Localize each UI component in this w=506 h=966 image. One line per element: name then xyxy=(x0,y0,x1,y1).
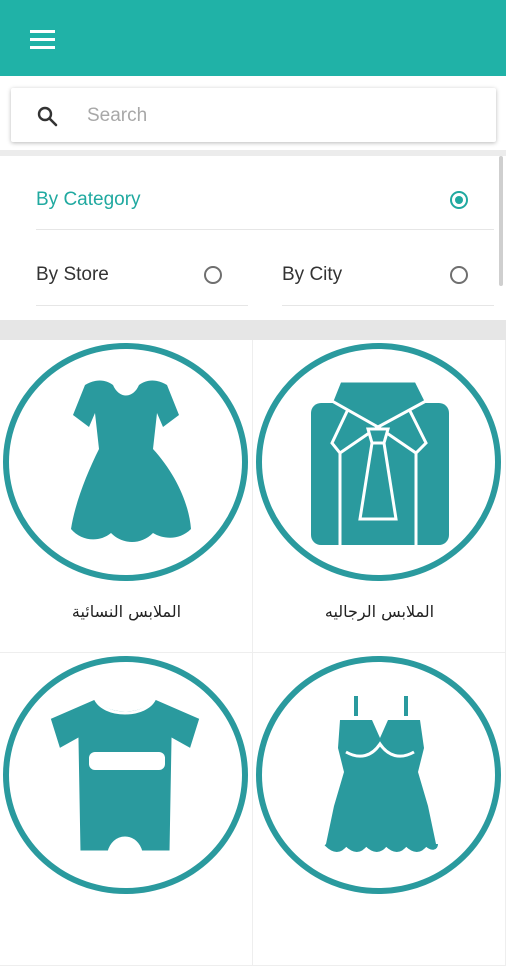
search-icon xyxy=(37,106,58,127)
radio-checked-icon[interactable] xyxy=(450,190,468,209)
filter-by-category[interactable]: By Category xyxy=(36,170,494,230)
app-bar xyxy=(0,0,506,76)
radio-unchecked-icon[interactable] xyxy=(204,266,222,284)
category-card-kids[interactable] xyxy=(0,653,253,966)
radio-unchecked-icon[interactable] xyxy=(450,266,468,284)
women-dress-icon xyxy=(71,380,191,542)
filter-by-city-label: By City xyxy=(282,264,343,285)
search-input[interactable] xyxy=(85,98,479,134)
filter-by-store[interactable]: By Store xyxy=(36,245,248,306)
filter-by-store-label: By Store xyxy=(36,264,109,285)
filter-scrollbar[interactable] xyxy=(499,156,503,286)
hamburger-menu-icon[interactable] xyxy=(22,22,66,56)
search-bar xyxy=(11,88,496,142)
baby-romper-icon xyxy=(47,696,203,854)
category-grid: الملابس الرجاليه الملابس النسائية xyxy=(0,340,506,966)
category-card-men[interactable]: الملابس الرجاليه xyxy=(253,340,506,653)
category-label: الملابس النسائية xyxy=(71,602,182,621)
filter-by-category-label: By Category xyxy=(36,188,141,210)
category-label: الملابس الرجاليه xyxy=(324,602,435,621)
category-card-lingerie[interactable] xyxy=(253,653,506,966)
lingerie-icon xyxy=(324,696,438,852)
filter-by-city[interactable]: By City xyxy=(282,245,494,306)
section-divider xyxy=(0,320,506,340)
men-shirt-icon xyxy=(311,379,449,545)
category-card-women[interactable]: الملابس النسائية xyxy=(0,340,253,653)
